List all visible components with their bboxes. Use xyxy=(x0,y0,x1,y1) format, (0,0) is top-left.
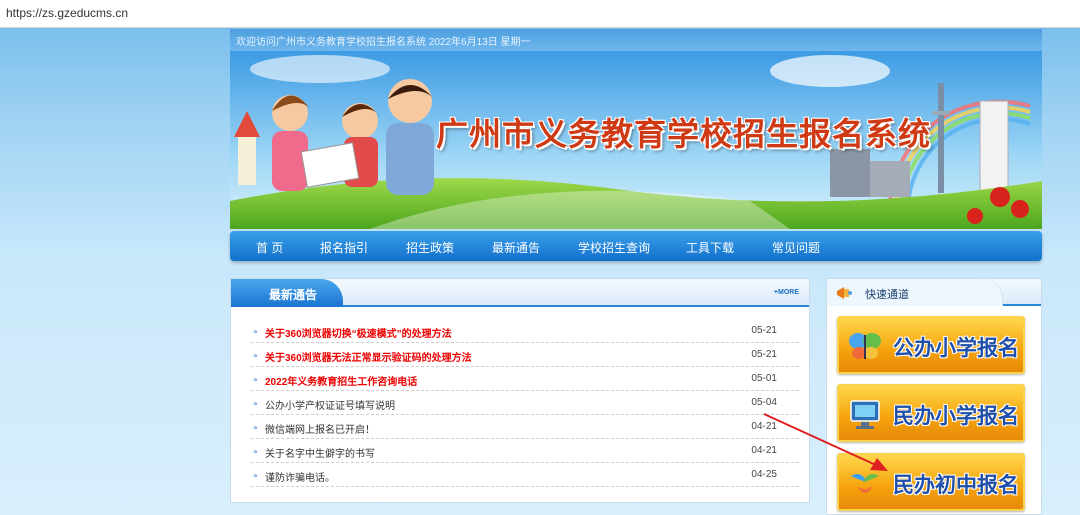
news-row[interactable]: » 关于360浏览器无法正常显示验证码的处理方法 05-21 xyxy=(251,344,799,367)
news-row[interactable]: » 关于360浏览器切换“极速模式”的处理方法 05-21 xyxy=(251,320,799,343)
news-date: 05-01 xyxy=(751,373,777,384)
banner: 广州市义务教育学校招生报名系统 xyxy=(230,51,1042,229)
news-link[interactable]: 公办小学产权证证号填写说明 xyxy=(265,397,395,412)
news-link[interactable]: 2022年义务教育招生工作咨询电话 xyxy=(265,373,417,388)
news-date: 05-21 xyxy=(751,349,777,360)
news-link[interactable]: 关于360浏览器切换“极速模式”的处理方法 xyxy=(265,325,452,340)
nav-item-home[interactable]: 首 页 xyxy=(256,239,283,256)
butterfly-icon xyxy=(849,333,881,359)
news-link[interactable]: 关于360浏览器无法正常显示验证码的处理方法 xyxy=(265,349,472,364)
address-bar[interactable]: https://zs.gzeducms.cn xyxy=(0,0,1080,28)
bird-icon xyxy=(851,474,879,493)
nav-item-guide[interactable]: 报名指引 xyxy=(320,239,368,256)
quick-header: 快速通道 xyxy=(827,279,1041,306)
public-primary-registration-button[interactable]: 公办小学报名 xyxy=(837,316,1025,374)
news-link[interactable]: 关于名字中生僻字的书写 xyxy=(265,445,375,460)
news-row[interactable]: » 谨防诈骗电话。 04-25 xyxy=(251,464,799,487)
news-title: 最新通告 xyxy=(269,288,318,302)
monitor-icon xyxy=(850,400,880,429)
news-date: 04-21 xyxy=(751,445,777,456)
bullet-icon: » xyxy=(253,447,258,456)
quick-title: 快速通道 xyxy=(865,289,909,301)
button-label: 民办小学报名 xyxy=(893,404,1019,428)
banner-title: 广州市义务教育学校招生报名系统 xyxy=(436,115,932,153)
private-junior-high-registration-button[interactable]: 民办初中报名 xyxy=(837,453,1025,511)
main-nav: 首 页 报名指引 招生政策 最新通告 学校招生查询 工具下载 常见问题 xyxy=(230,231,1042,261)
url-text[interactable]: https://zs.gzeducms.cn xyxy=(6,6,128,20)
button-label: 公办小学报名 xyxy=(893,336,1019,360)
quick-tab xyxy=(827,279,1003,306)
bullet-icon: » xyxy=(253,471,258,480)
nav-item-faq[interactable]: 常见问题 xyxy=(772,239,820,256)
more-link[interactable]: +MORE xyxy=(774,289,799,296)
news-link[interactable]: 微信端网上报名已开启！ xyxy=(265,421,375,436)
bullet-icon: » xyxy=(253,351,258,360)
news-row[interactable]: » 2022年义务教育招生工作咨询电话 05-01 xyxy=(251,368,799,391)
quick-access-panel: 快速通道 公办小学报名 民办小学报名 民办初中报名 xyxy=(826,278,1042,515)
nav-item-downloads[interactable]: 工具下载 xyxy=(686,239,734,256)
news-date: 04-25 xyxy=(751,469,777,480)
megaphone-icon xyxy=(837,287,852,299)
news-row[interactable]: » 关于名字中生僻字的书写 04-21 xyxy=(251,440,799,463)
news-date: 04-21 xyxy=(751,421,777,432)
news-row[interactable]: » 公办小学产权证证号填写说明 05-04 xyxy=(251,392,799,415)
bullet-icon: » xyxy=(253,423,258,432)
bullet-icon: » xyxy=(253,375,258,384)
button-label: 民办初中报名 xyxy=(893,473,1019,497)
news-header: 最新通告 +MORE xyxy=(231,279,809,307)
nav-item-school-search[interactable]: 学校招生查询 xyxy=(578,239,650,256)
welcome-bar: 欢迎访问广州市义务教育学校招生报名系统 2022年6月13日 星期一 xyxy=(230,29,1042,51)
news-row[interactable]: » 微信端网上报名已开启！ 04-21 xyxy=(251,416,799,439)
welcome-text: 欢迎访问广州市义务教育学校招生报名系统 2022年6月13日 星期一 xyxy=(236,37,531,48)
news-panel: 最新通告 +MORE » 关于360浏览器切换“极速模式”的处理方法 05-21… xyxy=(230,278,810,503)
news-date: 05-21 xyxy=(751,325,777,336)
private-primary-registration-button[interactable]: 民办小学报名 xyxy=(837,384,1025,442)
news-tab: 最新通告 xyxy=(231,279,343,307)
bullet-icon: » xyxy=(253,399,258,408)
nav-item-policy[interactable]: 招生政策 xyxy=(406,239,454,256)
bullet-icon: » xyxy=(253,327,258,336)
news-date: 05-04 xyxy=(751,397,777,408)
nav-item-notices[interactable]: 最新通告 xyxy=(492,239,540,256)
news-link[interactable]: 谨防诈骗电话。 xyxy=(265,469,335,484)
